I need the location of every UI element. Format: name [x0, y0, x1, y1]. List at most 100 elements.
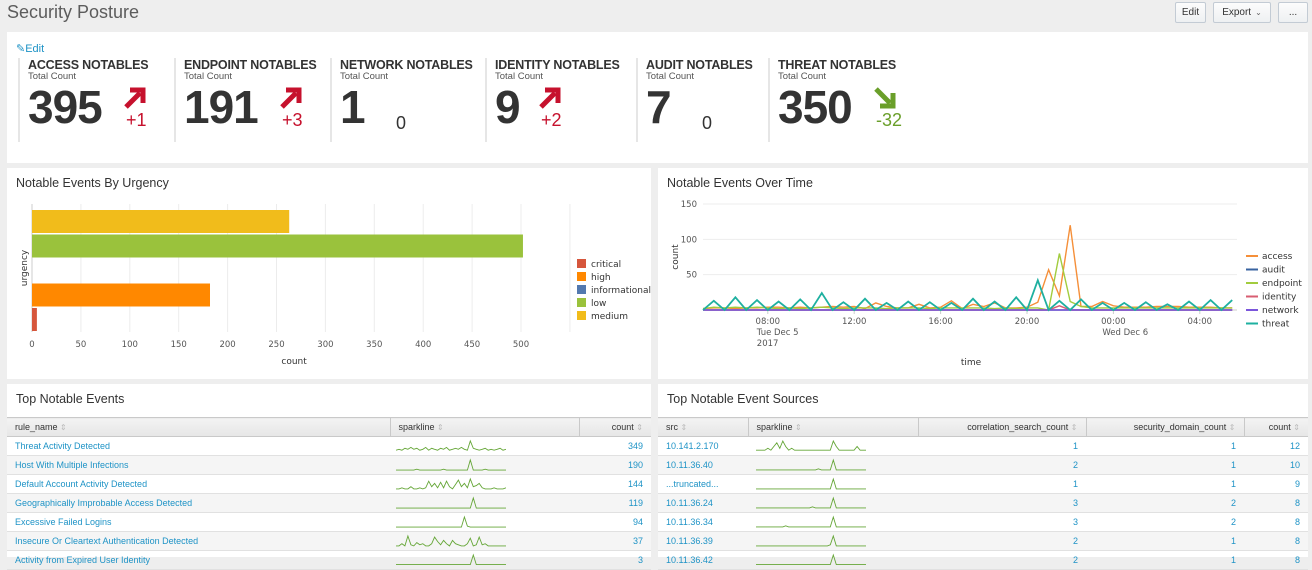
more-actions-button[interactable]: ...: [1278, 2, 1308, 23]
edit-button[interactable]: Edit: [1175, 2, 1206, 23]
src-link[interactable]: 10.11.36.40: [666, 460, 713, 470]
cell-count[interactable]: 94: [579, 512, 651, 532]
cell-count[interactable]: 8: [1244, 493, 1308, 513]
table-row[interactable]: Threat Activity Detected 349: [7, 436, 651, 456]
table-row[interactable]: Activity from Expired User Identity 3: [7, 550, 651, 570]
cell-sparkline: [390, 474, 579, 494]
cell-count[interactable]: 12: [1244, 436, 1308, 456]
cell-src: 10.141.2.170: [658, 436, 748, 456]
column-header-sparkline[interactable]: sparkline ⇕: [748, 417, 919, 437]
rule-name-link[interactable]: Geographically Improbable Access Detecte…: [15, 498, 192, 508]
table-row[interactable]: Insecure Or Cleartext Authentication Det…: [7, 531, 651, 551]
table-row[interactable]: ...truncated... 1 1 9: [658, 474, 1308, 494]
series-line-threat[interactable]: [702, 277, 1233, 312]
bar-high[interactable]: [32, 283, 210, 307]
cell-correlation-search-count[interactable]: 2: [918, 455, 1086, 475]
legend-label-threat[interactable]: threat: [1262, 320, 1290, 330]
legend-label-high[interactable]: high: [591, 273, 611, 283]
cell-security-domain-count[interactable]: 1: [1086, 474, 1244, 494]
cell-correlation-search-count[interactable]: 3: [918, 512, 1086, 532]
kpi-network[interactable]: NETWORK NOTABLES Total Count 1 0: [330, 58, 485, 142]
rule-name-link[interactable]: Default Account Activity Detected: [15, 479, 147, 489]
column-header-count[interactable]: count ⇕: [579, 417, 651, 437]
table-row[interactable]: 10.11.36.39 2 1 8: [658, 531, 1308, 551]
bar-low[interactable]: [32, 234, 523, 258]
bar-critical[interactable]: [32, 308, 37, 331]
column-header-count[interactable]: count ⇕: [1244, 417, 1308, 437]
rule-name-link[interactable]: Excessive Failed Logins: [15, 517, 112, 527]
trend-up-arrow-icon: [539, 87, 561, 109]
src-link[interactable]: ...truncated...: [666, 479, 719, 489]
sparkline: [396, 553, 506, 566]
export-button[interactable]: Export ⌄: [1213, 2, 1271, 23]
table-row[interactable]: 10.141.2.170 1 1 12: [658, 436, 1308, 456]
cell-security-domain-count[interactable]: 1: [1086, 531, 1244, 551]
kpi-identity[interactable]: IDENTITY NOTABLES Total Count 9 +2: [485, 58, 636, 142]
legend-label-network[interactable]: network: [1262, 306, 1299, 316]
src-link[interactable]: 10.11.36.24: [666, 498, 713, 508]
column-header-sparkline[interactable]: sparkline ⇕: [390, 417, 580, 437]
series-line-access[interactable]: [702, 225, 1233, 310]
series-line-endpoint[interactable]: [702, 253, 1233, 311]
cell-correlation-search-count[interactable]: 3: [918, 493, 1086, 513]
cell-count[interactable]: 9: [1244, 474, 1308, 494]
cell-correlation-search-count[interactable]: 2: [918, 550, 1086, 570]
time-chart-panel: Notable Events Over Time 50 100 150 08:00 Tu…: [658, 168, 1308, 379]
cell-security-domain-count[interactable]: 1: [1086, 455, 1244, 475]
table-row[interactable]: Host With Multiple Infections 190: [7, 455, 651, 475]
cell-count[interactable]: 8: [1244, 550, 1308, 570]
cell-correlation-search-count[interactable]: 1: [918, 474, 1086, 494]
legend-label-medium[interactable]: medium: [591, 312, 628, 322]
cell-count[interactable]: 349: [579, 436, 651, 456]
table-row[interactable]: 10.11.36.42 2 1 8: [658, 550, 1308, 570]
cell-count[interactable]: 3: [579, 550, 651, 570]
kpi-access[interactable]: ACCESS NOTABLES Total Count 395 +1: [18, 58, 174, 142]
legend-label-access[interactable]: access: [1262, 252, 1293, 262]
edit-kpis-link[interactable]: ✎Edit: [16, 42, 44, 55]
cell-sparkline: [748, 436, 918, 456]
column-header-rule-name[interactable]: rule_name ⇕: [7, 417, 391, 437]
cell-count[interactable]: 144: [579, 474, 651, 494]
legend-label-low[interactable]: low: [591, 299, 606, 309]
column-header-security-domain-count[interactable]: security_domain_count ⇕: [1086, 417, 1245, 437]
src-link[interactable]: 10.141.2.170: [666, 441, 719, 451]
rule-name-link[interactable]: Insecure Or Cleartext Authentication Det…: [15, 536, 198, 546]
cell-count[interactable]: 8: [1244, 531, 1308, 551]
legend-label-informational[interactable]: informational: [591, 286, 651, 296]
cell-count[interactable]: 37: [579, 531, 651, 551]
kpi-threat[interactable]: THREAT NOTABLES Total Count 350 -32: [768, 58, 968, 142]
cell-count[interactable]: 8: [1244, 512, 1308, 532]
kpi-audit[interactable]: AUDIT NOTABLES Total Count 7 0: [636, 58, 768, 142]
table-row[interactable]: 10.11.36.34 3 2 8: [658, 512, 1308, 532]
sparkline: [396, 515, 506, 528]
trend-up-arrow-icon: [280, 87, 302, 109]
cell-security-domain-count[interactable]: 2: [1086, 512, 1244, 532]
cell-correlation-search-count[interactable]: 2: [918, 531, 1086, 551]
rule-name-link[interactable]: Threat Activity Detected: [15, 441, 110, 451]
legend-label-audit[interactable]: audit: [1262, 266, 1285, 276]
table-row[interactable]: Excessive Failed Logins 94: [7, 512, 651, 532]
kpi-title: NETWORK NOTABLES: [340, 58, 473, 72]
legend-label-endpoint[interactable]: endpoint: [1262, 279, 1302, 289]
bar-medium[interactable]: [32, 210, 290, 233]
column-header-src[interactable]: src ⇕: [658, 417, 749, 437]
table-row[interactable]: 10.11.36.24 3 2 8: [658, 493, 1308, 513]
sort-icon: ⇕: [60, 423, 67, 432]
cell-security-domain-count[interactable]: 1: [1086, 550, 1244, 570]
kpi-endpoint[interactable]: ENDPOINT NOTABLES Total Count 191 +3: [174, 58, 330, 142]
table-row[interactable]: 10.11.36.40 2 1 10: [658, 455, 1308, 475]
src-link[interactable]: 10.11.36.34: [666, 517, 713, 527]
table-row[interactable]: Default Account Activity Detected 144: [7, 474, 651, 494]
cell-security-domain-count[interactable]: 1: [1086, 436, 1244, 456]
src-link[interactable]: 10.11.36.39: [666, 536, 713, 546]
legend-label-critical[interactable]: critical: [591, 260, 621, 270]
legend-label-identity[interactable]: identity: [1262, 293, 1297, 303]
cell-count[interactable]: 190: [579, 455, 651, 475]
cell-correlation-search-count[interactable]: 1: [918, 436, 1086, 456]
rule-name-link[interactable]: Host With Multiple Infections: [15, 460, 129, 470]
cell-security-domain-count[interactable]: 2: [1086, 493, 1244, 513]
cell-count[interactable]: 10: [1244, 455, 1308, 475]
column-header-correlation-search-count[interactable]: correlation_search_count ⇕: [918, 417, 1087, 437]
table-row[interactable]: Geographically Improbable Access Detecte…: [7, 493, 651, 513]
cell-count[interactable]: 119: [579, 493, 651, 513]
